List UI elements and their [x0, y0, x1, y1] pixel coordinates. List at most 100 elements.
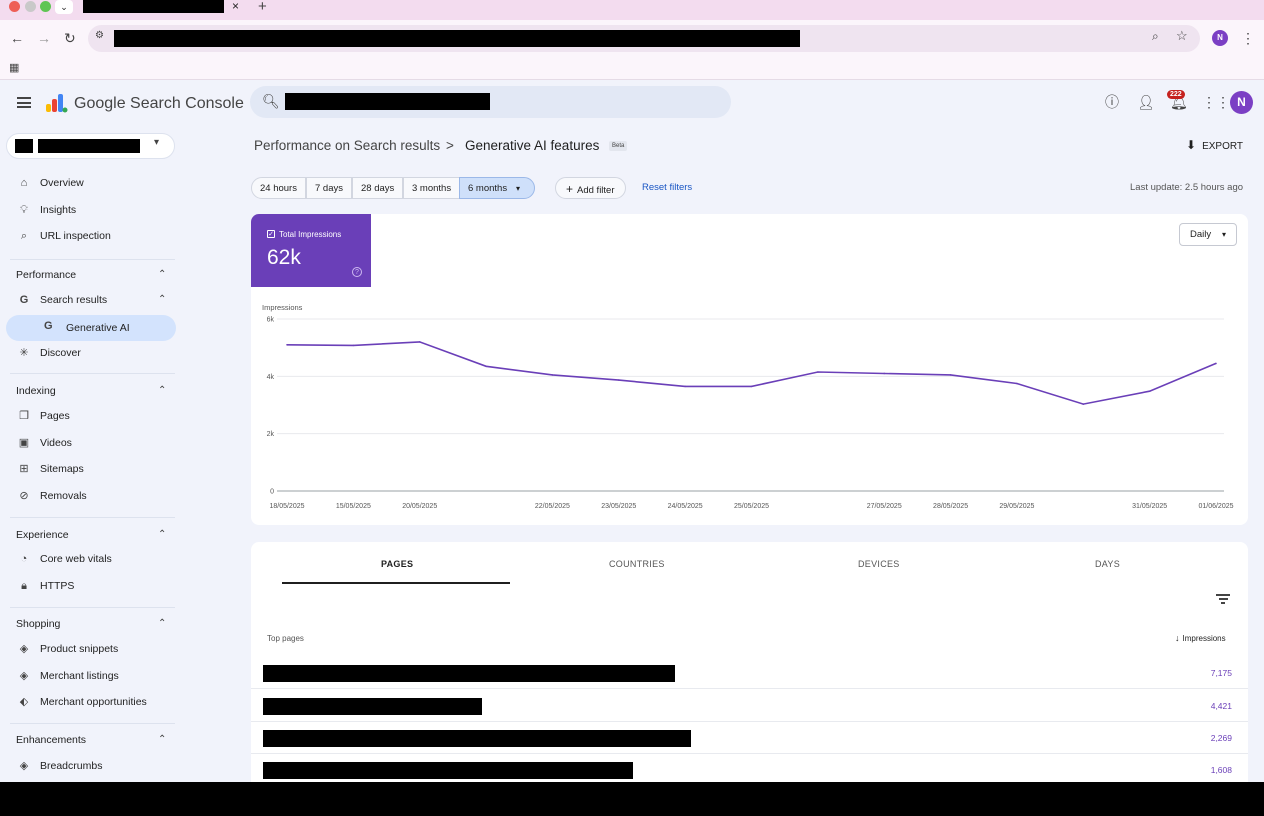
chevron-up-icon[interactable]: ⌃ — [158, 385, 166, 396]
date-filter-24-hours[interactable]: 24 hours — [251, 177, 306, 199]
table-row[interactable]: 2,269 — [251, 722, 1248, 754]
section-header-enhancements[interactable]: Enhancements — [16, 734, 86, 746]
chevron-up-icon[interactable]: ⌃ — [158, 529, 166, 540]
tab-devices[interactable]: DEVICES — [858, 559, 900, 569]
app-title[interactable]: Google Search Console — [74, 95, 244, 113]
filter-icon[interactable] — [1216, 594, 1230, 606]
data-point[interactable] — [617, 379, 620, 381]
help-icon[interactable]: ? — [352, 267, 362, 277]
section-header-performance[interactable]: Performance — [16, 269, 76, 281]
impressions-chart: Impressions 0 2k 4k 6k 18/05/2025 15/05/2025 20… — [262, 303, 1234, 510]
export-button[interactable]: ⬇ EXPORT — [1186, 138, 1243, 152]
profile-avatar[interactable]: N — [1212, 30, 1228, 46]
site-settings-icon[interactable]: ⚙ — [95, 30, 104, 41]
minimize-window-button[interactable] — [25, 1, 36, 12]
manage-users-icon[interactable]: 👤︎ — [1137, 93, 1155, 111]
sidebar-item-sitemaps[interactable]: ⊞ Sitemaps — [0, 457, 185, 483]
sidebar-item-search-results[interactable]: G Search results ⌃ — [0, 288, 185, 314]
section-header-shopping[interactable]: Shopping — [16, 618, 60, 630]
tab-countries[interactable]: COUNTRIES — [609, 559, 665, 569]
chevron-up-icon[interactable]: ⌃ — [158, 269, 166, 280]
data-point[interactable] — [949, 374, 952, 376]
property-selector[interactable]: ▾ — [6, 133, 175, 159]
forward-icon[interactable]: → — [37, 29, 51, 47]
table-row[interactable]: 7,175 — [251, 657, 1248, 689]
date-filter-3-months[interactable]: 3 months — [403, 177, 461, 199]
zoom-icon[interactable]: ⌕ — [1152, 29, 1159, 44]
url-redacted — [114, 30, 800, 47]
back-icon[interactable]: ← — [10, 29, 24, 47]
data-point[interactable] — [883, 372, 886, 375]
help-icon[interactable]: ⓘ — [1105, 93, 1119, 111]
address-bar[interactable]: ⚙ ⌕ ☆ — [88, 25, 1200, 52]
sidebar-item-product-snippets[interactable]: ◈ Product snippets — [0, 637, 185, 663]
reload-icon[interactable]: ↻ — [64, 29, 76, 47]
sidebar-item-removals[interactable]: ⊘ Removals — [0, 484, 185, 510]
apps-grid-icon[interactable]: ▦ — [9, 61, 19, 74]
data-point[interactable] — [352, 344, 355, 347]
data-point[interactable] — [1148, 390, 1151, 393]
data-point[interactable] — [485, 365, 487, 368]
sidebar: ▾ ⌂ Overview 💡︎ Insights ⌕ URL inspectio… — [0, 125, 185, 782]
reset-filters-link[interactable]: Reset filters — [642, 182, 692, 193]
active-tab-indicator — [282, 582, 510, 584]
download-icon: ⬇ — [1186, 138, 1197, 152]
close-window-button[interactable] — [9, 1, 20, 12]
sidebar-item-breadcrumbs[interactable]: ◈ Breadcrumbs — [0, 754, 185, 780]
breadcrumb-parent[interactable]: Performance on Search results — [254, 138, 440, 153]
data-point[interactable] — [817, 371, 819, 373]
total-impressions-tile[interactable]: ✓ Total Impressions 62k ? — [251, 214, 371, 287]
search-input[interactable]: 🔍︎ — [250, 86, 731, 118]
tab-close-icon[interactable]: × — [232, 0, 239, 12]
property-name-redacted — [38, 139, 140, 153]
browser-tab-active[interactable] — [83, 0, 224, 13]
x-tick-label: 24/05/2025 — [668, 503, 703, 510]
data-point[interactable] — [1215, 362, 1217, 365]
section-header-indexing[interactable]: Indexing — [16, 385, 56, 397]
sidebar-item-insights[interactable]: 💡︎ Insights — [0, 198, 185, 224]
data-point[interactable] — [1016, 382, 1018, 385]
table-row[interactable]: 1,608 — [251, 754, 1248, 782]
account-avatar[interactable]: N — [1230, 91, 1253, 114]
apps-grid-icon[interactable]: ⋮⋮ — [1202, 93, 1230, 111]
menu-icon[interactable] — [17, 97, 31, 108]
sidebar-item-pages[interactable]: ❐ Pages — [0, 404, 185, 430]
data-point[interactable] — [1082, 403, 1085, 405]
sidebar-item-generative-ai[interactable]: G Generative AI — [6, 315, 176, 341]
date-filter-28-days[interactable]: 28 days — [352, 177, 404, 199]
new-tab-button[interactable]: + — [258, 0, 267, 15]
granularity-select[interactable]: Daily ▾ — [1179, 223, 1237, 246]
impressions-line[interactable] — [286, 341, 1217, 405]
chevron-up-icon[interactable]: ⌃ — [158, 734, 166, 745]
layers-icon: ◈ — [19, 643, 29, 655]
sidebar-item-https[interactable]: 🔒︎ HTTPS — [0, 574, 185, 600]
browser-menu-icon[interactable]: ⋮ — [1241, 29, 1255, 47]
data-point[interactable] — [684, 385, 686, 388]
sidebar-item-discover[interactable]: ✳ Discover — [0, 341, 185, 367]
column-header-impressions[interactable]: ↓ Impressions — [1175, 633, 1226, 643]
date-filter-7-days[interactable]: 7 days — [306, 177, 352, 199]
table-row[interactable]: 4,421 — [251, 690, 1248, 722]
date-filter-6-months[interactable]: 6 months ▾ — [459, 177, 535, 199]
maximize-window-button[interactable] — [40, 1, 51, 12]
chevron-up-icon[interactable]: ⌃ — [158, 294, 166, 305]
section-header-experience[interactable]: Experience — [16, 529, 69, 541]
add-filter-button[interactable]: + Add filter — [555, 177, 626, 199]
data-point[interactable] — [418, 341, 421, 343]
sidebar-item-url-inspection[interactable]: ⌕ URL inspection — [0, 224, 185, 250]
chevron-up-icon[interactable]: ⌃ — [158, 618, 166, 629]
sidebar-item-videos[interactable]: ▣ Videos — [0, 431, 185, 457]
data-point[interactable] — [750, 385, 753, 388]
checkbox-checked-icon[interactable]: ✓ — [267, 230, 275, 238]
tab-pages[interactable]: PAGES — [381, 559, 413, 569]
sidebar-item-merchant-listings[interactable]: ◈ Merchant listings — [0, 664, 185, 690]
data-point[interactable] — [551, 374, 554, 376]
sidebar-item-overview[interactable]: ⌂ Overview — [0, 171, 185, 197]
sidebar-item-merchant-opportunities[interactable]: ⬖ Merchant opportunities — [0, 690, 185, 716]
tab-search-dropdown[interactable]: ⌄ — [55, 0, 73, 14]
bookmark-star-icon[interactable]: ☆ — [1176, 28, 1188, 44]
column-header-label: Impressions — [1182, 634, 1226, 643]
data-point[interactable] — [286, 344, 288, 346]
tab-days[interactable]: DAYS — [1095, 559, 1120, 569]
sidebar-item-core-web-vitals[interactable]: ◔ Core web vitals — [0, 547, 185, 573]
